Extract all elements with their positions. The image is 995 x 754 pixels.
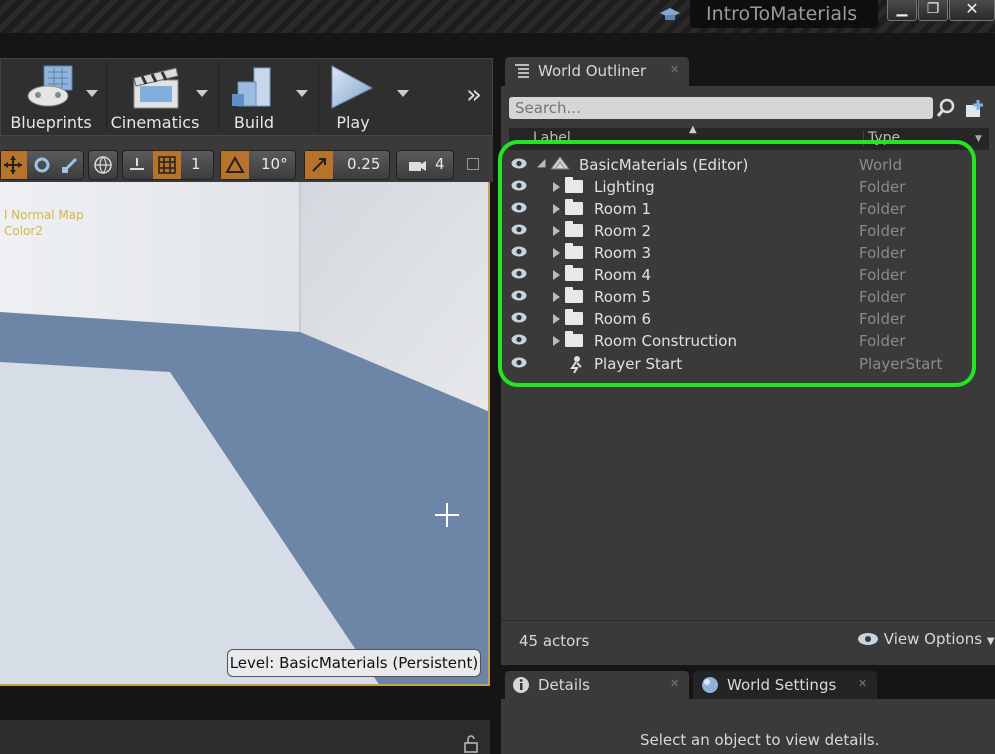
level-viewport[interactable] (0, 182, 490, 686)
scale-snap-value[interactable]: 0.25 (347, 155, 380, 173)
grid-icon (158, 156, 176, 174)
blueprints-icon (27, 65, 73, 107)
blueprints-dropdown-arrow[interactable] (86, 90, 98, 97)
close-tab-icon[interactable]: ✕ (670, 63, 679, 76)
blueprints-label: Blueprints (10, 113, 92, 132)
tab-details-label: Details (538, 676, 591, 694)
add-folder-icon[interactable] (963, 97, 987, 119)
scale-snap-toggle[interactable] (305, 151, 333, 179)
play-label: Play (336, 113, 370, 132)
lock-icon[interactable] (462, 734, 480, 754)
search-input[interactable] (515, 97, 925, 119)
rotation-snap-group: 10° (220, 150, 296, 180)
rotate-icon (34, 157, 50, 173)
highlight-annotation (498, 140, 976, 387)
clapperboard-icon (133, 67, 179, 109)
tab-details[interactable]: Details ✕ (505, 671, 689, 699)
crosshair-icon (435, 503, 459, 527)
outliner-icon (515, 64, 529, 78)
world-settings-icon (702, 677, 718, 693)
angle-icon (225, 156, 245, 173)
cinematics-button[interactable]: Cinematics (110, 62, 200, 136)
blueprints-button[interactable]: Blueprints (8, 62, 94, 136)
globe-icon (94, 156, 112, 174)
minimize-button[interactable]: ▁ (887, 0, 917, 21)
maximize-viewport-icon[interactable] (467, 158, 479, 170)
tab-world-settings-label: World Settings (727, 676, 837, 694)
translate-icon (4, 156, 22, 174)
actor-count: 45 actors (519, 632, 590, 650)
surface-snap-icon (130, 158, 144, 170)
rotation-snap-value[interactable]: 10° (261, 155, 288, 173)
scale-snap-group: 0.25 (304, 150, 390, 180)
build-button[interactable]: Build (222, 62, 286, 136)
graduation-cap-icon (660, 8, 680, 20)
scale-icon (62, 157, 78, 173)
play-icon (331, 65, 374, 109)
info-icon (513, 677, 529, 693)
viewport-debug-text: Color2 (4, 224, 43, 238)
toolbar-divider (218, 62, 219, 132)
level-badge: Level: BasicMaterials (Persistent) (227, 649, 481, 677)
scale-snap-icon (312, 158, 326, 172)
grid-snap-value[interactable]: 1 (191, 155, 201, 173)
tab-world-outliner-label: World Outliner (538, 62, 647, 80)
sort-arrow-icon: ▲ (689, 124, 697, 135)
toolbar-divider (318, 62, 319, 132)
build-label: Build (233, 113, 275, 132)
close-tab-icon[interactable]: ✕ (858, 677, 867, 690)
chevron-down-icon: ▼ (986, 636, 995, 647)
rotate-mode-button[interactable] (29, 151, 55, 179)
play-dropdown-arrow[interactable] (397, 90, 409, 97)
search-box (509, 97, 933, 119)
transform-mode-group (0, 150, 84, 180)
build-icon (232, 67, 271, 107)
eye-icon (858, 633, 878, 645)
tab-world-settings[interactable]: World Settings ✕ (693, 671, 877, 699)
rotation-snap-toggle[interactable] (221, 151, 249, 179)
viewport-debug-text: l Normal Map (4, 208, 84, 222)
translate-mode-button[interactable] (1, 151, 27, 179)
camera-speed-group[interactable]: 4 (396, 150, 454, 180)
cinematics-label: Cinematics (110, 113, 200, 132)
details-empty-message: Select an object to view details. (640, 731, 880, 749)
maximize-button[interactable]: ❐ (918, 0, 948, 21)
search-icon[interactable] (936, 98, 956, 118)
view-options-button[interactable]: View Options ▼ (857, 630, 995, 648)
toolbar-divider (106, 62, 107, 132)
project-title: IntroToMaterials (706, 3, 858, 25)
play-button[interactable]: Play (322, 62, 384, 136)
close-button[interactable]: ✕ (949, 0, 995, 21)
view-options-label: View Options (883, 630, 983, 648)
build-dropdown-arrow[interactable] (296, 90, 308, 97)
camera-speed-value: 4 (435, 155, 445, 173)
grid-snap-toggle[interactable] (153, 151, 181, 179)
close-tab-icon[interactable]: ✕ (670, 677, 679, 690)
toolbar-overflow-button[interactable]: » (466, 80, 482, 110)
details-panel: Select an object to view details. (501, 699, 995, 754)
bottom-panel (0, 720, 490, 754)
camera-icon (409, 161, 426, 171)
outliner-footer: 45 actors View Options ▼ (501, 620, 995, 665)
tab-world-outliner[interactable]: World Outliner ✕ (505, 57, 689, 86)
column-options-icon[interactable]: ▼ (975, 134, 982, 144)
viewport-scene (0, 182, 488, 684)
level-badge-label: Level: (229, 654, 275, 672)
surface-snap-button[interactable] (127, 155, 147, 179)
cinematics-dropdown-arrow[interactable] (196, 90, 208, 97)
level-badge-name: BasicMaterials (Persistent) (279, 654, 479, 672)
menu-strip (0, 33, 995, 58)
coordinate-space-button[interactable] (88, 150, 118, 180)
scale-mode-button[interactable] (57, 151, 83, 179)
grid-snap-group: 1 (122, 150, 214, 180)
